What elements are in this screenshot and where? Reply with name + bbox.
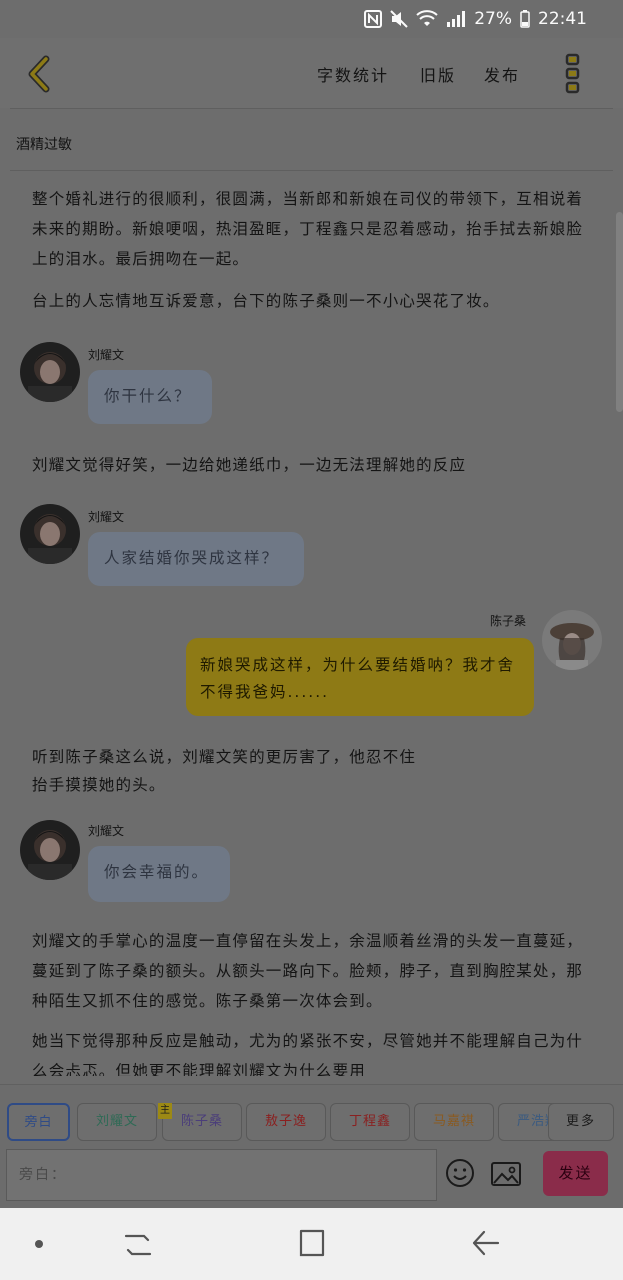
narration-paragraph: 刘耀文觉得好笑，一边给她递纸巾，一边无法理解她的反应 [32,456,467,474]
role-chip[interactable]: 马嘉祺 [414,1103,494,1141]
role-chip[interactable]: 陈子桑 [162,1103,242,1141]
avatar-liu-yaowen[interactable] [20,504,80,564]
scrollbar[interactable] [616,212,623,412]
avatar-liu-yaowen[interactable] [20,820,80,880]
chapter-title[interactable]: 酒精过敏 [16,134,72,154]
dot-icon[interactable] [34,1239,44,1249]
word-count-button[interactable]: 字数统计 [317,62,389,86]
back-button[interactable] [22,54,56,94]
message-input[interactable] [7,1150,436,1200]
clock: 22:41 [538,9,587,29]
wifi-icon [416,10,438,28]
emoji-button[interactable] [445,1158,475,1188]
role-chip-label: 刘耀文 [95,1114,138,1129]
more-options-button[interactable] [560,52,586,94]
role-chip-label: 马嘉祺 [432,1114,475,1129]
chevron-left-icon [28,55,50,93]
narration-paragraph: 台上的人忘情地互诉爱意，台下的陈子桑则一不小心哭花了妆。 [32,292,500,310]
role-chip-label: 旁白 [24,1115,53,1130]
status-bar: 27% 22:41 [0,0,623,38]
publish-button[interactable]: 发布 [484,62,520,86]
battery-percent: 27% [474,9,512,29]
back-nav-icon[interactable] [470,1228,502,1258]
title-divider [10,170,613,171]
narration-paragraph: 听到陈子桑这么说，刘耀文笑的更厉害了，他忍不住 [32,748,417,766]
narration-paragraph: 抬手摸摸她的头。 [32,776,166,794]
vertical-dots-icon [565,53,580,94]
speaker-name: 刘耀文 [88,824,125,838]
role-chip[interactable]: 敖子逸 [246,1103,326,1141]
system-nav-bar [0,1208,623,1280]
role-selector: 旁白 刘耀文 陈子桑 敖子逸 丁程鑫 马嘉祺 严浩翔 [0,1100,623,1144]
chat-bubble[interactable]: 你干什么？ [88,370,212,424]
role-chip[interactable]: 刘耀文 [77,1103,157,1141]
speaker-name: 陈子桑 [490,614,527,628]
narration-paragraph: 整个婚礼进行的很顺利，很圆满，当新郎和新娘在司仪的带领下，互相说着未来的期盼。新… [32,190,584,268]
message-input-box[interactable] [6,1149,437,1201]
speaker-name: 刘耀文 [88,510,125,524]
signal-icon [446,10,466,28]
chat-bubble[interactable]: 新娘哭成这样，为什么要结婚呐？我才舍不得我爸妈...... [186,638,534,716]
story-content[interactable]: 整个婚礼进行的很顺利，很圆满，当新郎和新娘在司仪的带领下，互相说着未来的期盼。新… [0,176,623,1076]
battery-icon [520,10,530,28]
main-role-mark: 主 [158,1103,172,1119]
role-chip-label: 敖子逸 [264,1114,307,1129]
speaker-name: 刘耀文 [88,348,125,362]
role-chip-narrator[interactable]: 旁白 [7,1103,70,1141]
role-chip-label: 陈子桑 [180,1114,223,1129]
role-chip-label: 丁程鑫 [348,1114,391,1129]
header-divider [10,108,613,109]
old-version-button[interactable]: 旧版 [420,62,456,86]
nfc-icon [364,10,383,28]
image-icon [491,1162,521,1186]
narration-paragraph: 刘耀文的手掌心的温度一直停留在头发上，余温顺着丝滑的头发一直蔓延，蔓延到了陈子桑… [32,932,584,1010]
recent-apps-icon[interactable] [122,1230,154,1260]
chat-bubble[interactable]: 人家结婚你哭成这样？ [88,532,304,586]
smiley-icon [446,1159,474,1187]
role-chip[interactable]: 丁程鑫 [330,1103,410,1141]
home-icon[interactable] [298,1228,326,1258]
avatar-chen-zisang[interactable] [542,610,602,670]
avatar-liu-yaowen[interactable] [20,342,80,402]
chat-bubble[interactable]: 你会幸福的。 [88,846,230,902]
editor-header: 字数统计 旧版 发布 [0,38,623,108]
send-button[interactable]: 发送 [543,1151,608,1196]
mute-icon [390,10,408,28]
image-button[interactable] [490,1160,522,1188]
more-roles-button[interactable]: 更多 [548,1103,614,1141]
narration-paragraph: 她当下觉得那种反应是触动，尤为的紧张不安，尽管她并不能理解自己为什么会忐忑。但她… [32,1032,584,1076]
